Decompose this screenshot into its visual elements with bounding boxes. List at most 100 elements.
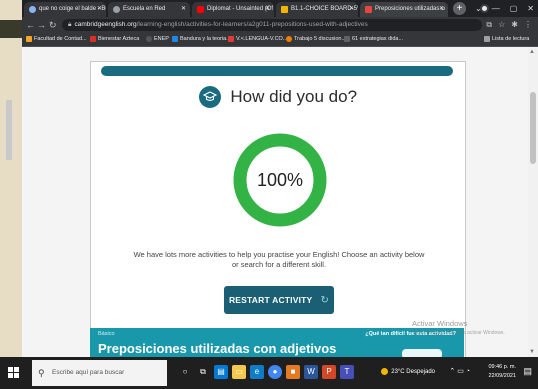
bookmark-icon xyxy=(172,35,178,42)
close-icon[interactable]: ✕ xyxy=(439,2,444,17)
task-view-icon[interactable]: ⧉ xyxy=(196,365,210,379)
tab-bar: que no coige el balde - Busc✕ Escuela en… xyxy=(22,0,538,17)
reading-list[interactable]: Lista de lectura xyxy=(484,33,529,46)
star-icon[interactable]: ☆ xyxy=(498,20,505,29)
taskbar: ⚲ Escribe aquí para buscar ○ ⧉ ▤ ▭ e ● ■ … xyxy=(0,357,538,389)
word-icon[interactable]: W xyxy=(304,365,318,379)
score-value: 100% xyxy=(256,170,304,190)
bookmark-bienestar[interactable]: Bienestar Azteca xyxy=(90,33,139,46)
scroll-down-icon[interactable]: ▼ xyxy=(529,349,535,355)
bookmark-label: 61 estrategias dida... xyxy=(352,36,404,42)
edge-icon[interactable]: e xyxy=(250,365,264,379)
reading-list-label: Lista de lectura xyxy=(492,36,530,42)
bookmark-bandura[interactable]: Bandura y la teoria... xyxy=(172,33,231,46)
bookmark-icon xyxy=(228,35,234,42)
menu-icon[interactable]: ⋮ xyxy=(524,20,532,29)
sun-icon xyxy=(381,368,389,375)
taskbar-search-input[interactable]: ⚲ Escribe aquí para buscar xyxy=(32,360,167,386)
cambridge-icon xyxy=(365,6,372,13)
page-title: How did you do? xyxy=(230,87,358,106)
restart-activity-button[interactable]: RESTART ACTIVITY ↻ xyxy=(224,286,334,314)
clock-date: 22/09/2021 xyxy=(488,373,516,379)
tab-label: Escuela en Red xyxy=(123,6,166,12)
cortana-icon[interactable]: ○ xyxy=(178,365,192,379)
tab-youtube[interactable]: Diplomat - Unsainted (Of ✕ xyxy=(192,2,274,17)
bookmark-facultad[interactable]: Facultad de Contad... xyxy=(26,33,87,46)
result-card: How did you do? 100% We have lots more a… xyxy=(90,61,466,357)
activity-info-bar: Básico Preposiciones utilizadas con adje… xyxy=(90,328,464,357)
tab-preposiciones[interactable]: Preposiciones utilizadas con ✕ xyxy=(360,2,448,17)
reload-icon[interactable]: ↻ xyxy=(49,19,57,31)
app-icon[interactable]: ■ xyxy=(286,365,300,379)
bookmark-label: Trabajo 5 discusion... xyxy=(294,36,347,42)
tab-label: Preposiciones utilizadas con xyxy=(375,6,445,12)
close-icon[interactable]: ✕ xyxy=(349,2,354,17)
clock[interactable]: 09:46 p. m. 22/09/2021 xyxy=(488,363,516,381)
tab-label: B1.1-CHOICE BOARD-5VID3 xyxy=(291,6,358,12)
url-input[interactable]: 🔒︎ cambridgeenglish.org/learning-english/… xyxy=(62,19,482,31)
notification-icon[interactable]: ▤ xyxy=(523,366,532,377)
bookmark-icon xyxy=(146,35,152,42)
bookmark-enep[interactable]: ENEP xyxy=(146,33,169,46)
page-scrollbar[interactable]: ▲ ▼ xyxy=(528,47,538,357)
url-path: /learning-english/activities-for-learner… xyxy=(136,21,368,28)
search-placeholder: Escribe aquí para buscar xyxy=(52,369,125,376)
clock-time: 09:46 p. m. xyxy=(488,364,516,370)
scroll-up-icon[interactable]: ▲ xyxy=(529,49,535,55)
activity-title: Preposiciones utilizadas con adjetivos xyxy=(98,341,337,356)
result-header: How did you do? xyxy=(91,86,465,116)
back-icon[interactable]: ← xyxy=(26,19,35,31)
bookmark-trabajo[interactable]: Trabajo 5 discusion... xyxy=(286,33,346,46)
tab-escuela[interactable]: Escuela en Red ✕ xyxy=(108,2,190,17)
bookmark-icon xyxy=(344,35,350,42)
bookmark-icon xyxy=(286,35,292,42)
search-icon: ⚲ xyxy=(38,368,45,378)
difficulty-rating-button[interactable] xyxy=(402,349,442,357)
google-icon xyxy=(29,6,36,13)
restart-icon: ↻ xyxy=(320,295,330,306)
background-window-strip xyxy=(0,0,22,357)
bookmarks-bar: Facultad de Contad... Bienestar Azteca E… xyxy=(22,33,538,47)
teams-icon[interactable]: T xyxy=(340,365,354,379)
windows-activation-watermark: Activar Windows xyxy=(412,319,468,328)
graduation-cap-icon xyxy=(198,86,221,108)
bookmark-label: V.<.LENGUA-V.CO... xyxy=(236,36,288,42)
extensions-icon[interactable]: ✱ xyxy=(511,20,518,29)
youtube-icon xyxy=(197,6,204,13)
chrome-icon[interactable]: ● xyxy=(268,365,282,379)
address-bar: ← → ↻ 🔒︎ cambridgeenglish.org/learning-en… xyxy=(22,17,538,33)
tab-label: Diplomat - Unsainted (Of xyxy=(207,6,274,12)
close-icon[interactable]: ✕ xyxy=(527,4,534,13)
url-host: cambridgeenglish.org xyxy=(74,21,137,28)
tab-search[interactable]: que no coige el balde - Busc✕ xyxy=(24,2,106,17)
bookmark-estrategias[interactable]: 61 estrategias dida... xyxy=(344,33,403,46)
close-icon[interactable]: ✕ xyxy=(181,2,186,17)
chevron-down-icon[interactable]: ⌄ xyxy=(475,4,482,13)
tab-label: que no coige el balde - Busc xyxy=(39,6,106,12)
browser-window: que no coige el balde - Busc✕ Escuela en… xyxy=(22,0,538,357)
maximize-icon[interactable]: ▢ xyxy=(510,4,518,13)
scrollbar-thumb[interactable] xyxy=(530,92,536,164)
bookmark-lengua[interactable]: V.<.LENGUA-V.CO... xyxy=(228,33,287,46)
windows-activation-hint: Ve a Configuración para activar Windows. xyxy=(412,330,505,336)
weather-widget[interactable]: 23°C Despejado xyxy=(381,368,435,375)
forward-icon[interactable]: → xyxy=(37,19,46,31)
folder-icon[interactable]: ▭ xyxy=(232,365,246,379)
restart-label: RESTART ACTIVITY xyxy=(228,295,313,305)
close-icon[interactable]: ✕ xyxy=(265,2,270,17)
close-icon[interactable]: ✕ xyxy=(97,2,102,17)
bookmark-icon xyxy=(90,35,96,42)
tab-choice-board[interactable]: B1.1-CHOICE BOARD-5VID3✕ xyxy=(276,2,358,17)
toolbar-icons: ⧉ ☆ ✱ ⋮ xyxy=(480,19,532,31)
folder-icon xyxy=(26,35,32,42)
windows-start-icon[interactable] xyxy=(8,367,20,379)
result-message: We have lots more activities to help you… xyxy=(133,250,425,269)
window-controls: ⌄ — ▢ ✕ xyxy=(465,0,534,17)
powerpoint-icon[interactable]: P xyxy=(322,365,336,379)
bookmark-label: Facultad de Contad... xyxy=(34,36,87,42)
bookmark-label: Bienestar Azteca xyxy=(98,36,140,42)
translate-icon[interactable]: ⧉ xyxy=(486,20,492,29)
tray-icons[interactable]: ⌃ ▭ ◔ xyxy=(449,367,470,375)
explorer-icon[interactable]: ▤ xyxy=(214,365,228,379)
minimize-icon[interactable]: — xyxy=(492,4,500,13)
